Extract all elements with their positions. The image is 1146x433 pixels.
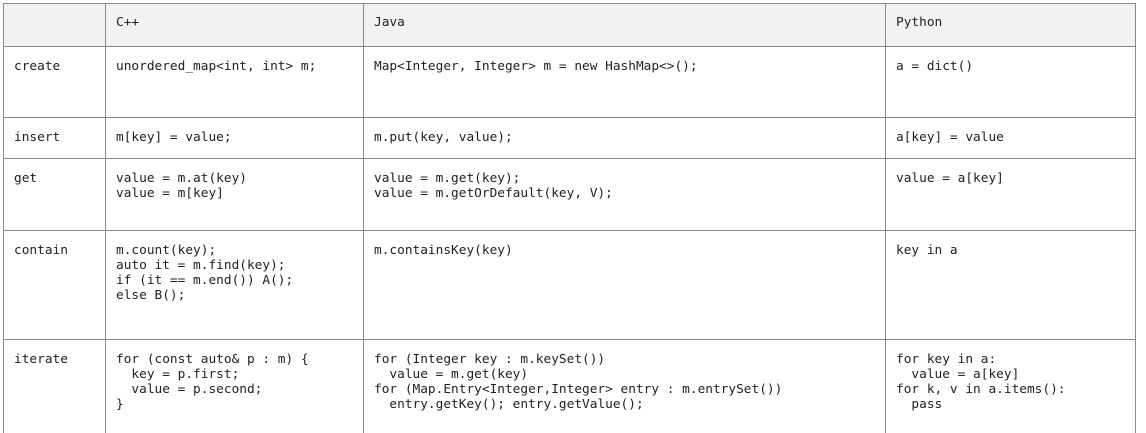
operation-cell: get: [3, 158, 106, 231]
operation-cell: insert: [3, 117, 106, 159]
cpp-code-cell: m[key] = value;: [105, 117, 364, 159]
cpp-code-cell: value = m.at(key) value = m[key]: [105, 158, 364, 231]
python-code-cell: key in a: [885, 230, 1136, 340]
operation-cell: create: [3, 46, 106, 118]
operation-cell: iterate: [3, 339, 106, 433]
python-code-cell: a[key] = value: [885, 117, 1136, 159]
java-code-cell: Map<Integer, Integer> m = new HashMap<>(…: [363, 46, 886, 118]
header-cell-cpp: C++: [105, 3, 364, 47]
page: C++ Java Python create unordered_map<int…: [0, 0, 1146, 433]
python-code-cell: for key in a: value = a[key] for k, v in…: [885, 339, 1136, 433]
python-code-cell: a = dict(): [885, 46, 1136, 118]
table-row: contain m.count(key); auto it = m.find(k…: [3, 230, 1136, 340]
python-code-cell: value = a[key]: [885, 158, 1136, 231]
java-code-cell: m.put(key, value);: [363, 117, 886, 159]
java-code-cell: for (Integer key : m.keySet()) value = m…: [363, 339, 886, 433]
cpp-code-cell: m.count(key); auto it = m.find(key); if …: [105, 230, 364, 340]
java-code-cell: m.containsKey(key): [363, 230, 886, 340]
java-code-cell: value = m.get(key); value = m.getOrDefau…: [363, 158, 886, 231]
header-cell-operation: [3, 3, 106, 47]
table-row: iterate for (const auto& p : m) { key = …: [3, 339, 1136, 433]
header-cell-java: Java: [363, 3, 886, 47]
table-header-row: C++ Java Python: [3, 3, 1136, 47]
table-row: get value = m.at(key) value = m[key] val…: [3, 158, 1136, 231]
operation-cell: contain: [3, 230, 106, 340]
table-row: insert m[key] = value; m.put(key, value)…: [3, 117, 1136, 159]
map-comparison-table: C++ Java Python create unordered_map<int…: [3, 3, 1136, 433]
cpp-code-cell: unordered_map<int, int> m;: [105, 46, 364, 118]
table-row: create unordered_map<int, int> m; Map<In…: [3, 46, 1136, 118]
cpp-code-cell: for (const auto& p : m) { key = p.first;…: [105, 339, 364, 433]
header-cell-python: Python: [885, 3, 1136, 47]
